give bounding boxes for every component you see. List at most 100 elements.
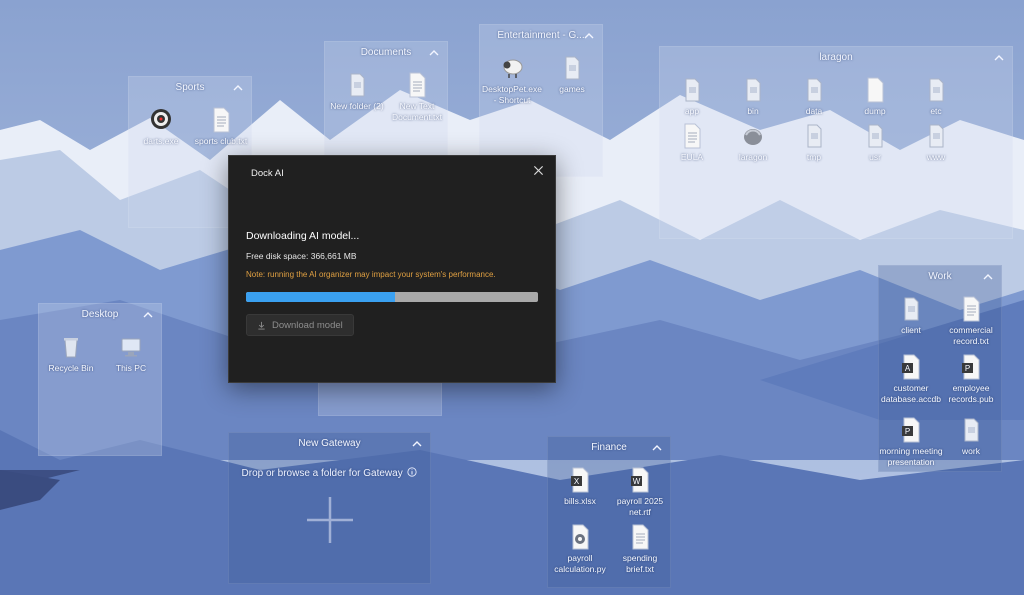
desktop-item[interactable]: Pmorning meeting presentation bbox=[879, 417, 943, 468]
recycle-bin-icon bbox=[64, 338, 78, 358]
desktop-item[interactable]: New folder (2) bbox=[325, 72, 389, 112]
dartboard-icon bbox=[151, 109, 171, 129]
download-progress-bar bbox=[246, 292, 538, 302]
desktop-item[interactable]: sports club.txt bbox=[189, 107, 253, 147]
button-label: Download model bbox=[272, 319, 343, 331]
item-label: employee records.pub bbox=[948, 383, 994, 404]
info-icon[interactable] bbox=[407, 467, 418, 477]
item-label: payroll calculation.py bbox=[554, 553, 606, 574]
text-file-icon bbox=[684, 123, 701, 149]
desktop-item[interactable]: work bbox=[939, 417, 1001, 457]
folder-icon bbox=[807, 124, 822, 148]
collapse-caret-icon[interactable] bbox=[232, 77, 244, 99]
collapse-caret-icon[interactable] bbox=[142, 304, 154, 326]
fence-finance[interactable]: Finance Xbills.xlsx Wpayroll 2025 net.rt… bbox=[547, 436, 671, 588]
item-label: data bbox=[805, 106, 823, 116]
desktop-item[interactable]: spending brief.txt bbox=[608, 524, 672, 575]
desktop-item[interactable]: darts.exe bbox=[129, 107, 193, 147]
file-icon bbox=[867, 77, 884, 103]
item-label: laragon bbox=[738, 152, 768, 162]
item-label: spending brief.txt bbox=[622, 553, 658, 574]
fence-laragon[interactable]: laragon app bin data dump etc EULA larag… bbox=[659, 46, 1013, 239]
desktop-item[interactable]: EULA bbox=[660, 123, 724, 163]
desktop-item[interactable]: bin bbox=[721, 77, 785, 117]
collapse-caret-icon[interactable] bbox=[651, 437, 663, 459]
fence-title: Desktop bbox=[39, 304, 161, 326]
sheep-icon bbox=[503, 59, 523, 78]
folder-icon bbox=[964, 418, 979, 442]
desktop-item[interactable]: payroll calculation.py bbox=[548, 524, 612, 575]
folder-icon bbox=[746, 78, 761, 102]
fence-desktop[interactable]: Desktop Recycle Bin This PC bbox=[38, 303, 162, 456]
python-file-icon bbox=[572, 524, 589, 550]
fence-work[interactable]: Work client commercial record.txt Acusto… bbox=[878, 265, 1002, 472]
download-heading: Downloading AI model... bbox=[246, 230, 360, 242]
folder-icon bbox=[929, 78, 944, 102]
dock-ai-dialog: Dock AI Downloading AI model... Free dis… bbox=[228, 155, 556, 383]
desktop-item[interactable]: tmp bbox=[782, 123, 846, 163]
access-file-icon: A bbox=[902, 354, 920, 380]
fence-title: New Gateway bbox=[229, 433, 430, 455]
text-file-icon bbox=[963, 296, 980, 322]
item-label: bills.xlsx bbox=[564, 496, 596, 506]
item-label: tmp bbox=[806, 152, 822, 162]
item-label: darts.exe bbox=[143, 136, 179, 146]
fence-title: Documents bbox=[325, 42, 447, 64]
collapse-caret-icon[interactable] bbox=[993, 47, 1005, 69]
desktop-item[interactable]: Acustomer database.accdb bbox=[879, 354, 943, 405]
close-button[interactable] bbox=[529, 161, 547, 179]
item-label: usr bbox=[869, 152, 881, 162]
desktop-item[interactable]: laragon bbox=[721, 123, 785, 163]
desktop-item[interactable]: Recycle Bin bbox=[39, 334, 103, 374]
desktop-item[interactable]: etc bbox=[904, 77, 968, 117]
fence-title: Finance bbox=[548, 437, 670, 459]
powerpoint-file-icon: P bbox=[902, 417, 920, 443]
desktop-item[interactable]: usr bbox=[843, 123, 907, 163]
item-label: New Text Document.txt bbox=[391, 101, 443, 122]
item-label: bin bbox=[747, 106, 759, 116]
desktop-item[interactable]: Pemployee records.pub bbox=[939, 354, 1001, 405]
desktop-item[interactable]: This PC bbox=[99, 334, 163, 374]
desktop-item[interactable]: client bbox=[879, 296, 943, 336]
collapse-caret-icon[interactable] bbox=[982, 266, 994, 288]
item-label: work bbox=[962, 446, 980, 456]
folder-icon bbox=[807, 78, 822, 102]
excel-file-icon: X bbox=[571, 467, 589, 493]
fence-title: Sports bbox=[129, 77, 251, 99]
desktop-item[interactable]: app bbox=[660, 77, 724, 117]
folder-icon bbox=[868, 124, 883, 148]
desktop-item[interactable]: DesktopPet.exe - Shortcut bbox=[480, 55, 544, 106]
desktop-item[interactable]: Xbills.xlsx bbox=[548, 467, 612, 507]
collapse-caret-icon[interactable] bbox=[411, 433, 423, 455]
item-label: commercial record.txt bbox=[949, 325, 993, 346]
fence-gateway[interactable]: New Gateway Drop or browse a folder for … bbox=[228, 432, 431, 584]
fence-title: Work bbox=[879, 266, 1001, 288]
desktop-item[interactable]: dump bbox=[843, 77, 907, 117]
publisher-file-icon: P bbox=[962, 354, 980, 380]
item-label: New folder (2) bbox=[330, 101, 384, 111]
item-label: EULA bbox=[680, 152, 704, 162]
desktop-item[interactable]: www bbox=[904, 123, 968, 163]
item-label: dump bbox=[864, 106, 886, 116]
download-model-button[interactable]: Download model bbox=[246, 314, 354, 336]
item-label: games bbox=[559, 84, 585, 94]
this-pc-icon bbox=[121, 338, 141, 357]
collapse-caret-icon[interactable] bbox=[428, 42, 440, 64]
gateway-drop-text[interactable]: Drop or browse a folder for Gateway bbox=[229, 467, 430, 479]
progress-fill bbox=[246, 292, 395, 302]
add-folder-plus-icon[interactable] bbox=[305, 495, 355, 545]
svg-text:X: X bbox=[574, 477, 580, 486]
desktop-item[interactable]: New Text Document.txt bbox=[385, 72, 449, 123]
desktop-item[interactable]: games bbox=[540, 55, 604, 95]
word-file-icon: W bbox=[631, 467, 649, 493]
download-icon bbox=[258, 321, 265, 330]
item-label: Recycle Bin bbox=[48, 363, 94, 373]
drop-text: Drop or browse a folder for Gateway bbox=[241, 468, 403, 479]
desktop-item[interactable]: data bbox=[782, 77, 846, 117]
desktop-item[interactable]: commercial record.txt bbox=[939, 296, 1001, 347]
item-label: etc bbox=[930, 106, 942, 116]
svg-text:A: A bbox=[905, 364, 911, 373]
collapse-caret-icon[interactable] bbox=[583, 25, 595, 47]
item-label: payroll 2025 net.rtf bbox=[616, 496, 664, 517]
desktop-item[interactable]: Wpayroll 2025 net.rtf bbox=[608, 467, 672, 518]
